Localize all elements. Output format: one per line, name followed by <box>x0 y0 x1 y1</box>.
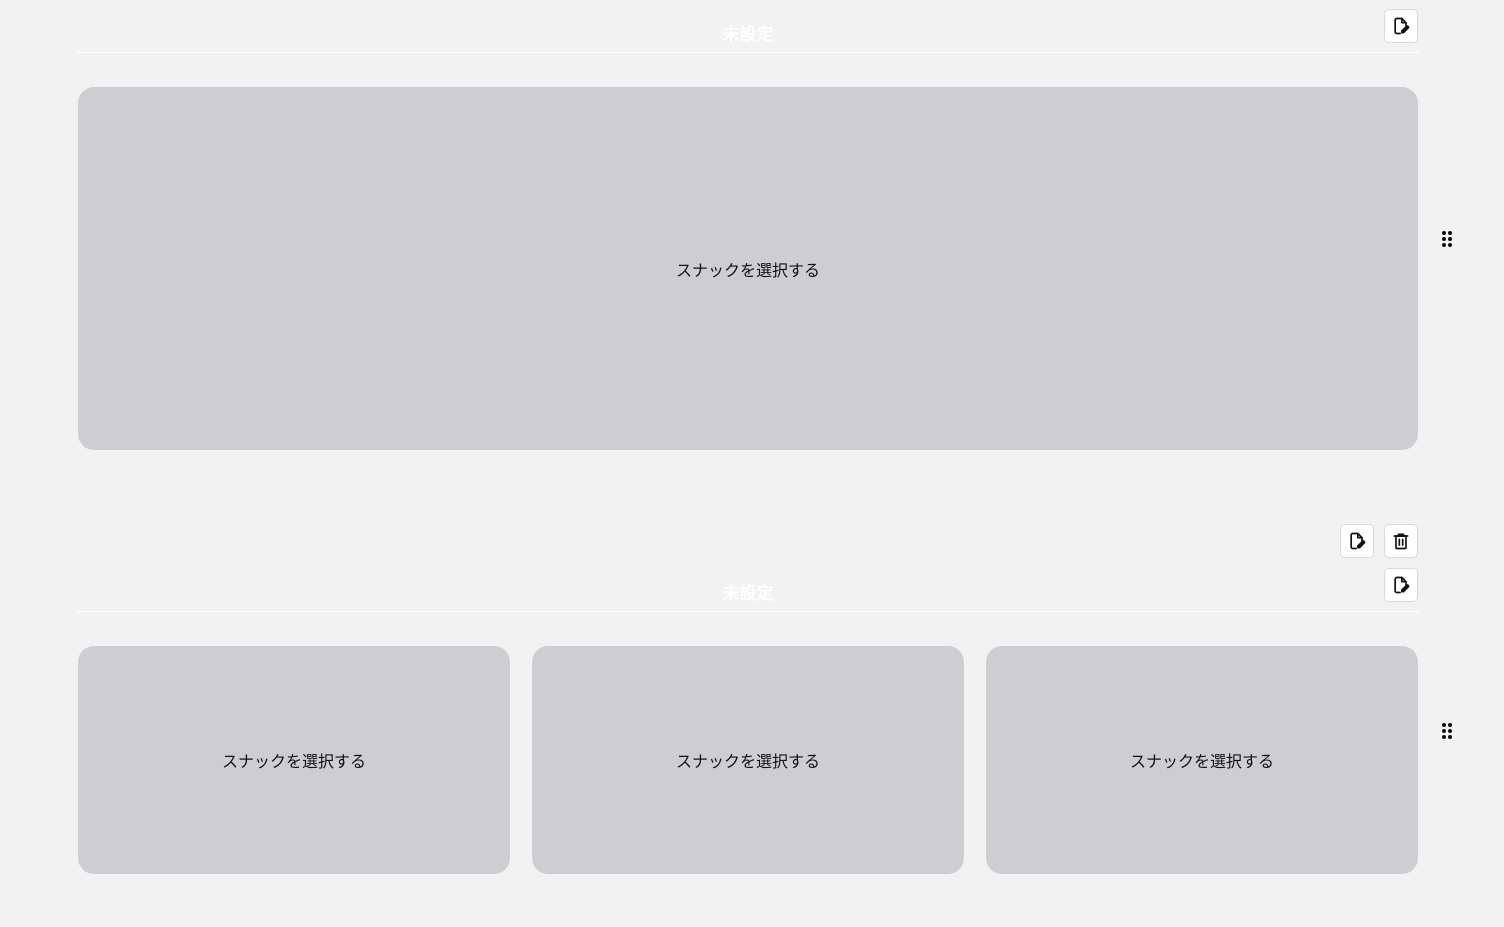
drag-handle[interactable] <box>1440 721 1454 741</box>
snack-slot-label: スナックを選択する <box>221 752 366 771</box>
snack-slot-label: スナックを選択する <box>1129 752 1274 771</box>
drag-handle-icon <box>1440 721 1454 741</box>
trash-icon <box>1391 531 1411 551</box>
drag-handle-icon <box>1440 229 1454 249</box>
section-divider <box>76 611 1420 612</box>
snack-slot[interactable]: スナックを選択する <box>78 646 510 874</box>
drag-handle[interactable] <box>1440 229 1454 249</box>
section-divider <box>76 52 1420 53</box>
snack-slot[interactable]: スナックを選択する <box>532 646 964 874</box>
snack-slot-label: スナックを選択する <box>675 752 820 771</box>
snack-layout-editor: 未設定 スナックを選択する 未設定 スナックを選択する スナックを選択する スナ… <box>0 0 1504 927</box>
snack-slot[interactable]: スナックを選択する <box>986 646 1418 874</box>
delete-row-button[interactable] <box>1384 524 1418 558</box>
edit-row-button[interactable] <box>1340 524 1374 558</box>
section-title: 未設定 <box>722 25 774 45</box>
file-edit-icon <box>1347 531 1367 551</box>
snack-slot[interactable]: スナックを選択する <box>78 87 1418 450</box>
section-title: 未設定 <box>722 584 774 604</box>
snack-slot-label: スナックを選択する <box>675 260 820 280</box>
